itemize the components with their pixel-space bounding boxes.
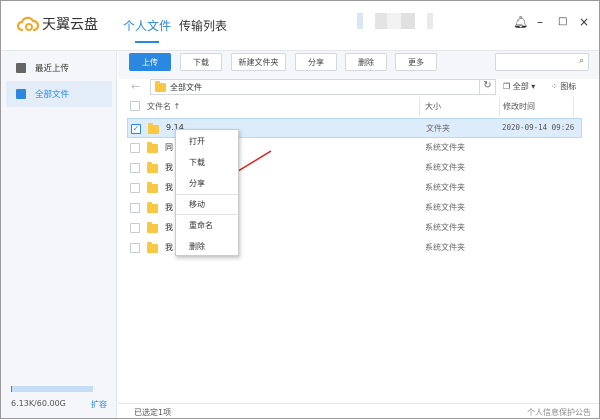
menu-item-move[interactable]: 移动 <box>189 199 205 210</box>
menu-item-share[interactable]: 分享 <box>189 178 205 189</box>
app-window: 天翼云盘 个人文件 传输列表 🔔︎ – □ × 最近上传 全部文件 6.13K/… <box>0 0 600 419</box>
annotation-arrow <box>220 150 272 182</box>
menu-item-delete[interactable]: 删除 <box>189 241 205 252</box>
context-menu: 打开 下载 分享 移动 重命名 删除 <box>175 129 239 256</box>
menu-item-open[interactable]: 打开 <box>189 136 205 147</box>
menu-item-rename[interactable]: 重命名 <box>189 220 213 231</box>
status-bar: 已选定1项 个人信息保护公告 <box>118 403 599 418</box>
menu-item-download[interactable]: 下载 <box>189 157 205 168</box>
selection-count: 已选定1项 <box>134 408 172 417</box>
privacy-notice-link[interactable]: 个人信息保护公告 <box>527 407 591 418</box>
